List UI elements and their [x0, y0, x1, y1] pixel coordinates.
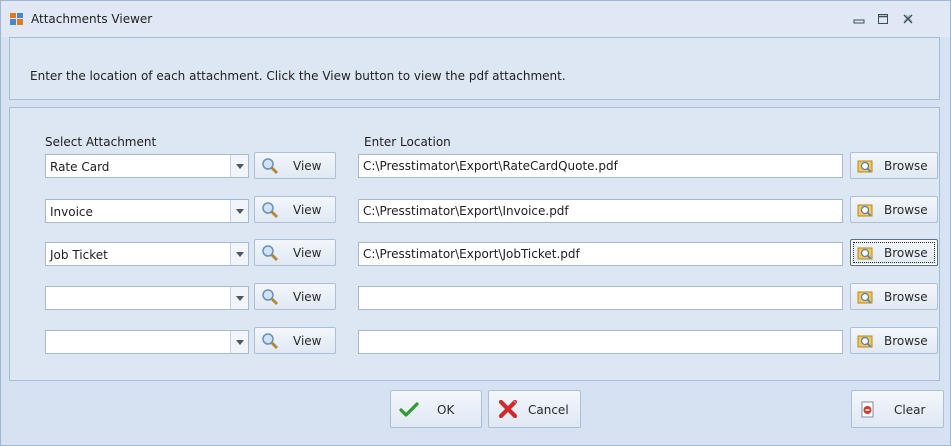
location-field-4[interactable] [358, 286, 843, 310]
checkmark-icon [399, 401, 419, 419]
attachment-select-4[interactable] [45, 286, 249, 310]
ok-button-label: OK [437, 403, 455, 417]
x-icon [497, 398, 519, 420]
attachment-select-5[interactable] [45, 330, 249, 354]
folder-browse-icon [857, 202, 875, 218]
select-attachment-header: Select Attachment [45, 135, 157, 149]
browse-button-1[interactable]: Browse [850, 152, 938, 179]
folder-browse-icon [857, 158, 875, 174]
magnifier-icon [261, 157, 279, 175]
attachment-select-2[interactable]: Invoice [45, 199, 249, 223]
maximize-button[interactable] [872, 9, 894, 29]
instructions-panel: Enter the location of each attachment. C… [9, 37, 940, 100]
location-field-2[interactable] [358, 199, 843, 223]
close-icon [903, 14, 913, 24]
attachment-select-2-value: Invoice [50, 205, 93, 219]
folder-browse-icon [857, 333, 875, 349]
view-button-3-label: View [293, 246, 322, 260]
magnifier-icon [261, 288, 279, 306]
view-button-3[interactable]: View [254, 239, 336, 266]
location-field-1[interactable] [358, 154, 843, 178]
dropdown-arrow-icon[interactable] [230, 243, 248, 265]
view-button-4-label: View [293, 290, 322, 304]
minimize-button[interactable] [848, 9, 870, 29]
attachment-select-3-value: Job Ticket [50, 248, 108, 262]
browse-button-5[interactable]: Browse [850, 327, 938, 354]
magnifier-icon [261, 244, 279, 262]
clear-button[interactable]: Clear [851, 390, 944, 428]
folder-browse-icon [857, 245, 875, 261]
ok-button[interactable]: OK [390, 390, 482, 428]
view-button-1[interactable]: View [254, 152, 336, 179]
view-button-1-label: View [293, 159, 322, 173]
dropdown-arrow-icon[interactable] [230, 287, 248, 309]
browse-button-4[interactable]: Browse [850, 283, 938, 310]
view-button-4[interactable]: View [254, 283, 336, 310]
dropdown-arrow-icon[interactable] [230, 155, 248, 177]
view-button-2[interactable]: View [254, 196, 336, 223]
app-icon [9, 11, 25, 27]
browse-button-2[interactable]: Browse [850, 196, 938, 223]
location-field-5[interactable] [358, 330, 843, 354]
folder-browse-icon [857, 289, 875, 305]
attachments-viewer-window: Attachments Viewer Enter the location of… [0, 0, 951, 446]
clear-button-label: Clear [894, 403, 926, 417]
clear-document-icon [860, 401, 876, 419]
close-button[interactable] [897, 9, 919, 29]
view-button-5[interactable]: View [254, 327, 336, 354]
attachment-select-1-value: Rate Card [50, 160, 110, 174]
magnifier-icon [261, 201, 279, 219]
view-button-5-label: View [293, 334, 322, 348]
attachment-select-3[interactable]: Job Ticket [45, 242, 249, 266]
window-title: Attachments Viewer [31, 12, 153, 26]
view-button-2-label: View [293, 203, 322, 217]
browse-button-1-label: Browse [884, 159, 928, 173]
instructions-text: Enter the location of each attachment. C… [30, 69, 566, 83]
enter-location-header: Enter Location [364, 135, 451, 149]
browse-button-3[interactable]: Browse [850, 239, 938, 266]
maximize-icon [878, 14, 888, 24]
magnifier-icon [261, 332, 279, 350]
dropdown-arrow-icon[interactable] [230, 331, 248, 353]
browse-button-5-label: Browse [884, 334, 928, 348]
cancel-button-label: Cancel [528, 403, 569, 417]
title-bar: Attachments Viewer [1, 1, 950, 37]
browse-button-4-label: Browse [884, 290, 928, 304]
attachment-select-1[interactable]: Rate Card [45, 154, 249, 178]
browse-button-3-label: Browse [884, 246, 928, 260]
browse-button-2-label: Browse [884, 203, 928, 217]
dropdown-arrow-icon[interactable] [230, 200, 248, 222]
location-field-3[interactable] [358, 242, 843, 266]
cancel-button[interactable]: Cancel [488, 390, 581, 428]
minimize-icon [853, 19, 865, 24]
